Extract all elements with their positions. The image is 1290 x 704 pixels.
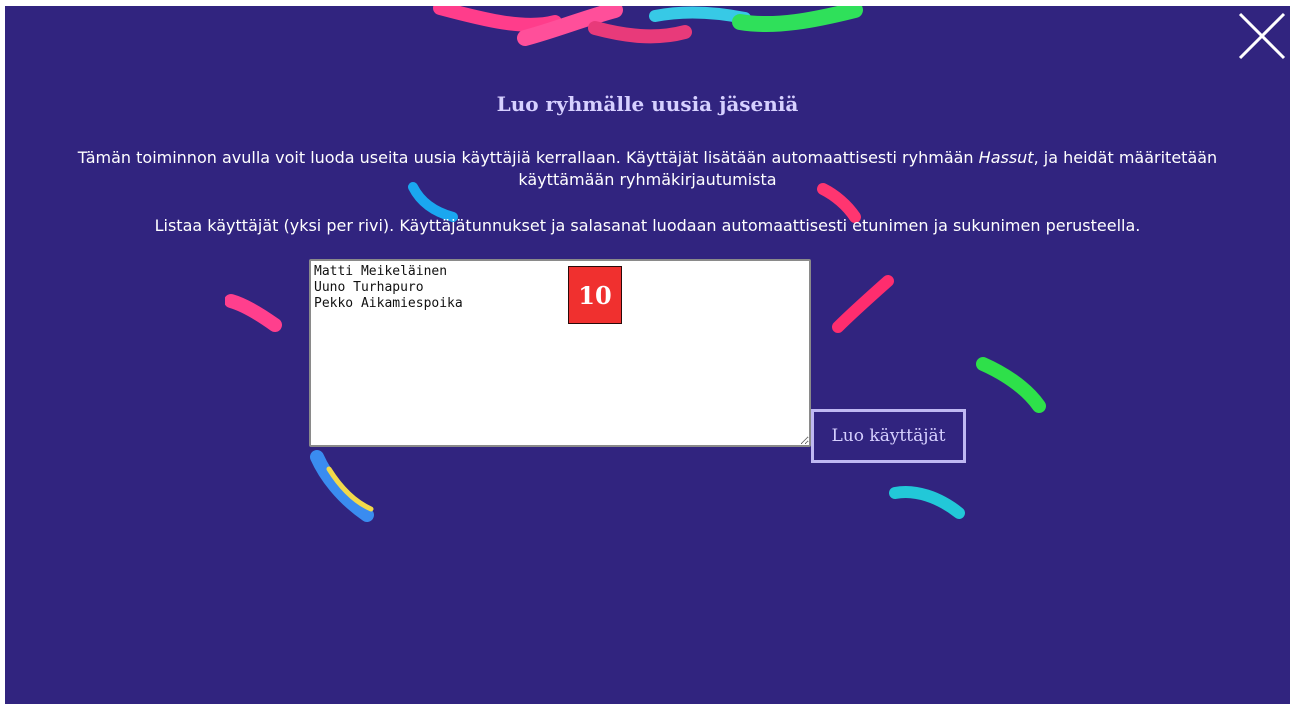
paint-stroke-multicolor-decoration xyxy=(310,450,374,522)
paint-stroke-green-decoration xyxy=(976,357,1046,413)
dialog-title: Luo ryhmälle uusia jäseniä xyxy=(496,92,799,116)
description-text-before: Tämän toiminnon avulla voit luoda useita… xyxy=(77,148,979,167)
close-button[interactable] xyxy=(1236,10,1288,62)
paint-stroke-pink-right-decoration xyxy=(832,275,894,333)
dialog-description: Tämän toiminnon avulla voit luoda useita… xyxy=(65,147,1230,191)
paint-stroke-top-decoration xyxy=(433,6,863,46)
close-icon xyxy=(1238,12,1286,60)
step-number-badge: 10 xyxy=(568,266,622,324)
dialog-instructions: Listaa käyttäjät (yksi per rivi). Käyttä… xyxy=(154,216,1141,235)
group-name: Hassut xyxy=(978,148,1034,167)
paint-stroke-teal-decoration xyxy=(889,486,965,519)
users-textarea[interactable]: Matti Meikeläinen Uuno Turhapuro Pekko A… xyxy=(309,259,811,447)
create-members-dialog: Luo ryhmälle uusia jäseniä Tämän toiminn… xyxy=(5,6,1290,704)
paint-stroke-pink-left-decoration xyxy=(225,294,282,332)
create-users-button[interactable]: Luo käyttäjät xyxy=(811,409,966,463)
